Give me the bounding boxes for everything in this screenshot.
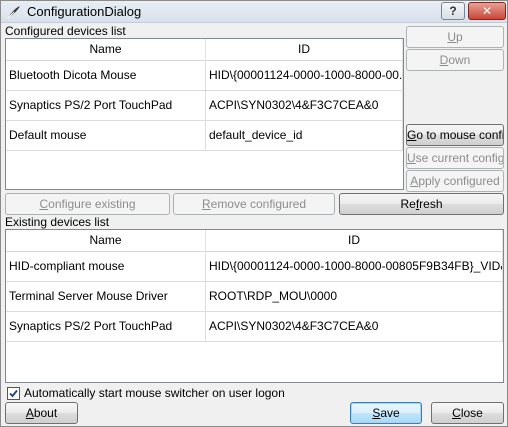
existing-devices-list[interactable]: Name ID HID-compliant mouse HID\{0000112… bbox=[5, 229, 504, 383]
refresh-button[interactable]: Refresh bbox=[339, 193, 504, 215]
save-button[interactable]: Save bbox=[350, 402, 422, 424]
table-row[interactable]: Bluetooth Dicota Mouse HID\{00001124-000… bbox=[6, 61, 403, 91]
device-id: ACPI\SYN0302\4&F3C7CEA&0 bbox=[206, 91, 403, 121]
configured-list-header: Name ID bbox=[6, 39, 403, 61]
use-current-config-label-mnemonic: U bbox=[407, 151, 416, 165]
device-name: Bluetooth Dicota Mouse bbox=[6, 61, 206, 91]
column-header-id[interactable]: ID bbox=[206, 230, 503, 252]
table-row[interactable]: Synaptics PS/2 Port TouchPad ACPI\SYN030… bbox=[6, 91, 403, 121]
close-label-mnemonic: C bbox=[452, 406, 461, 420]
up-button[interactable]: Up bbox=[406, 26, 504, 48]
refresh-label-pre: Re bbox=[400, 197, 416, 211]
autostart-label[interactable]: Automatically start mouse switcher on us… bbox=[24, 386, 285, 400]
column-header-name[interactable]: Name bbox=[6, 39, 206, 61]
go-to-mouse-config-label-post: o to mouse config bbox=[416, 128, 504, 142]
device-id: ACPI\SYN0302\4&F3C7CEA&0 bbox=[206, 312, 503, 342]
existing-list-header: Name ID bbox=[6, 230, 503, 252]
column-header-name[interactable]: Name bbox=[6, 230, 206, 252]
remove-configured-label-mnemonic: R bbox=[201, 197, 211, 211]
configured-devices-label: Configured devices list bbox=[5, 24, 126, 38]
help-button[interactable]: ? bbox=[441, 2, 465, 20]
table-row[interactable]: HID-compliant mouse HID\{00001124-0000-1… bbox=[6, 252, 503, 282]
configured-devices-list[interactable]: Name ID Bluetooth Dicota Mouse HID\{0000… bbox=[5, 38, 404, 190]
go-to-mouse-config-button[interactable]: Go to mouse config bbox=[406, 124, 504, 146]
app-feather-icon bbox=[6, 4, 22, 20]
device-name: HID-compliant mouse bbox=[6, 252, 206, 282]
device-name: Synaptics PS/2 Port TouchPad bbox=[6, 312, 206, 342]
table-row[interactable]: Synaptics PS/2 Port TouchPad ACPI\SYN030… bbox=[6, 312, 503, 342]
save-label-post: ave bbox=[380, 406, 400, 420]
down-button[interactable]: Down bbox=[406, 49, 504, 71]
about-button[interactable]: About bbox=[5, 402, 78, 424]
table-row[interactable]: Default mouse default_device_id bbox=[6, 121, 403, 151]
configuration-dialog: ConfigurationDialog ? ✕ Configured devic… bbox=[0, 0, 508, 427]
device-name: Terminal Server Mouse Driver bbox=[6, 282, 206, 312]
remove-configured-label-post: emove configured bbox=[210, 197, 307, 211]
window-title: ConfigurationDialog bbox=[27, 4, 142, 19]
autostart-checkbox[interactable] bbox=[7, 387, 20, 400]
device-id: HID\{00001124-0000-1000-8000-00805F9B34F… bbox=[206, 252, 503, 282]
configure-existing-label-mnemonic: C bbox=[39, 197, 49, 211]
table-row[interactable]: Terminal Server Mouse Driver ROOT\RDP_MO… bbox=[6, 282, 503, 312]
existing-devices-label: Existing devices list bbox=[5, 215, 110, 229]
device-name: Default mouse bbox=[6, 121, 206, 151]
device-name: Synaptics PS/2 Port TouchPad bbox=[6, 91, 206, 121]
up-button-label-mnemonic: U bbox=[447, 30, 456, 44]
checkmark-icon bbox=[9, 389, 18, 398]
up-button-label-post: p bbox=[455, 30, 463, 44]
close-label-post: lose bbox=[460, 406, 483, 420]
go-to-mouse-config-label-mnemonic: G bbox=[407, 128, 417, 142]
use-current-config-button[interactable]: Use current config bbox=[406, 147, 504, 169]
apply-configured-label-post: pply configured bbox=[418, 174, 500, 188]
remove-configured-button[interactable]: Remove configured bbox=[173, 193, 335, 215]
configure-existing-label-post: onfigure existing bbox=[48, 197, 136, 211]
title-bar: ConfigurationDialog ? ✕ bbox=[1, 1, 507, 23]
device-id: ROOT\RDP_MOU\0000 bbox=[206, 282, 503, 312]
device-id: HID\{00001124-0000-1000-8000-00... bbox=[206, 61, 403, 91]
about-label-mnemonic: A bbox=[25, 406, 34, 420]
use-current-config-label-post: se current config bbox=[415, 151, 504, 165]
column-header-id[interactable]: ID bbox=[206, 39, 403, 61]
apply-configured-button[interactable]: Apply configured bbox=[406, 170, 504, 192]
about-label-post: bout bbox=[33, 406, 58, 420]
configure-existing-button[interactable]: Configure existing bbox=[5, 193, 170, 215]
window-close-button[interactable]: ✕ bbox=[468, 2, 506, 20]
down-button-label-post: own bbox=[448, 53, 471, 67]
device-id: default_device_id bbox=[206, 121, 403, 151]
refresh-label-post: resh bbox=[419, 197, 443, 211]
close-button[interactable]: Close bbox=[431, 402, 504, 424]
